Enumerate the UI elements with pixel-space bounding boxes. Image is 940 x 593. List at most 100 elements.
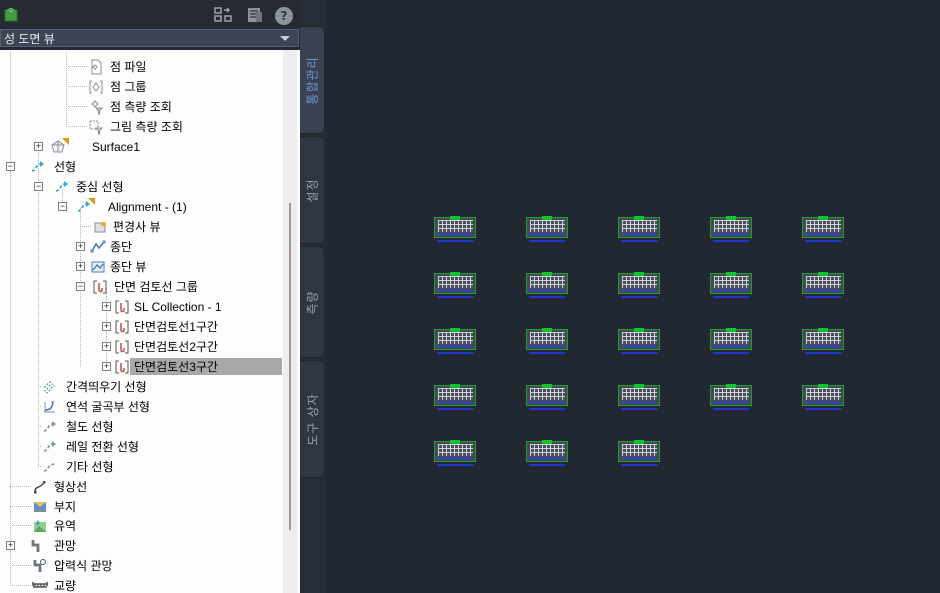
expand-icon[interactable]: + — [6, 541, 15, 550]
section-view-grid — [530, 220, 565, 232]
scrollbar-thumb[interactable] — [289, 203, 291, 530]
section-view-grid — [714, 220, 749, 232]
tree-item-label: 부지 — [54, 500, 77, 514]
section-view[interactable] — [710, 216, 752, 242]
collapse-icon[interactable]: − — [6, 162, 15, 171]
tree-item-misc-alignment[interactable]: 기타 선형 — [0, 457, 300, 477]
section-view[interactable] — [802, 328, 844, 354]
section-view-bluebar — [530, 233, 565, 236]
section-view-underline — [437, 408, 473, 410]
active-view-dropdown[interactable]: 성 도면 뷰 — [0, 29, 299, 47]
drawing-canvas[interactable] — [326, 0, 940, 593]
bridge-icon — [32, 578, 48, 593]
section-view[interactable] — [802, 384, 844, 410]
tree-item-sample-line-group[interactable]: − 단면 검토선 그룹 — [0, 277, 300, 297]
alignment-icon — [54, 179, 70, 195]
tree-item-surface[interactable]: + Surface1 — [0, 137, 300, 157]
section-view[interactable] — [434, 216, 476, 242]
tree-item-label: 연석 굴곡부 선형 — [66, 400, 150, 414]
tree-item-profile[interactable]: + 종단 — [0, 237, 300, 257]
section-view[interactable] — [526, 328, 568, 354]
tree-item-figure-survey-query[interactable]: 그림 측량 조회 — [0, 117, 300, 137]
help-icon[interactable]: ? — [274, 6, 294, 26]
tree-leader-line — [80, 226, 91, 228]
tree-item-profile-view[interactable]: + 종단 뷰 — [0, 257, 300, 277]
section-view[interactable] — [710, 384, 752, 410]
list-view-icon[interactable] — [245, 6, 265, 26]
tree-item-rail-alignment[interactable]: 철도 선형 — [0, 417, 300, 437]
collapse-icon[interactable]: − — [34, 182, 43, 191]
section-view[interactable] — [710, 272, 752, 298]
section-view[interactable] — [434, 440, 476, 466]
profile-view-icon — [90, 259, 106, 275]
section-view-underline — [805, 352, 841, 354]
expand-icon[interactable]: + — [34, 142, 43, 151]
modified-flag-icon — [88, 198, 95, 205]
collapse-icon[interactable]: − — [58, 202, 67, 211]
collapse-icon[interactable]: − — [76, 282, 85, 291]
section-view[interactable] — [526, 216, 568, 242]
expand-icon[interactable]: + — [76, 242, 85, 251]
tree-item-point-group[interactable]: 점 그룹 — [0, 77, 300, 97]
section-view[interactable] — [526, 384, 568, 410]
section-view[interactable] — [526, 272, 568, 298]
tree-item-label: Surface1 — [92, 140, 141, 154]
section-view[interactable] — [526, 440, 568, 466]
section-view[interactable] — [710, 328, 752, 354]
offset-alignment-icon — [42, 379, 58, 395]
expand-icon[interactable]: + — [102, 342, 111, 351]
section-view-grid — [438, 220, 473, 232]
section-view[interactable] — [618, 272, 660, 298]
tab-toolbox[interactable]: 도구 상자 — [300, 360, 325, 478]
item-view-icon[interactable] — [213, 6, 233, 26]
section-view-bluebar — [622, 289, 657, 292]
section-view[interactable] — [802, 216, 844, 242]
tree-item-rail-alignment[interactable]: 레일 전환 선형 — [0, 437, 300, 457]
section-view[interactable] — [434, 384, 476, 410]
tree-item-site[interactable]: 부지 — [0, 497, 300, 517]
section-view[interactable] — [618, 216, 660, 242]
section-view-underline — [805, 296, 841, 298]
tree-item-pressure-network[interactable]: 압력식 관망 — [0, 556, 300, 576]
tree-item-superelevation-view[interactable]: 편경사 뷰 — [0, 217, 300, 237]
section-view-bluebar — [714, 401, 749, 404]
tree-item-sample-line-group[interactable]: + 단면검토선3구간 — [0, 357, 300, 377]
expand-icon[interactable]: + — [102, 302, 111, 311]
section-view-underline — [437, 464, 473, 466]
section-view[interactable] — [802, 272, 844, 298]
tree-item-offset-alignment[interactable]: 간격띄우기 선형 — [0, 377, 300, 397]
misc-alignment-icon — [42, 459, 58, 475]
expand-icon[interactable]: + — [102, 322, 111, 331]
toolspace-panel: ? 성 도면 뷰 점 파일점 그룹 점 측량 조회 그림 측량 조회 + Surface… — [0, 0, 300, 593]
tree-item-curb-return[interactable]: 연석 굴곡부 선형 — [0, 397, 300, 417]
section-view[interactable] — [434, 328, 476, 354]
tree-item-feature-line[interactable]: 형상선 — [0, 477, 300, 497]
section-view[interactable] — [618, 440, 660, 466]
expand-icon[interactable]: + — [102, 362, 111, 371]
tree-item-sample-line-group[interactable]: + SL Collection - 1 — [0, 297, 300, 317]
tab-settings[interactable]: 설정 — [300, 136, 325, 244]
tree-item-bridge[interactable]: 교량 — [0, 576, 300, 593]
section-view-grid — [438, 388, 473, 400]
section-view[interactable] — [434, 272, 476, 298]
tree-scrollbar[interactable] — [283, 50, 297, 593]
tree-item-alignment[interactable]: − 선형 — [0, 157, 300, 177]
tree-item-sample-line-group[interactable]: + 단면검토선2구간 — [0, 337, 300, 357]
section-view[interactable] — [618, 328, 660, 354]
tree-leader-line — [38, 446, 41, 448]
tree-item-pipe-network[interactable]: + 관망 — [0, 536, 300, 556]
tree-item-label: 점 파일 — [110, 60, 147, 74]
tree-item-point-file[interactable]: 점 파일 — [0, 57, 300, 77]
toolspace-toolbar: ? — [0, 0, 300, 28]
tree-item-point-survey-query[interactable]: 점 측량 조회 — [0, 97, 300, 117]
tab-prospector[interactable]: 통합관리 — [300, 26, 325, 134]
tree-item-alignment[interactable]: − Alignment - (1) — [0, 197, 300, 217]
section-view[interactable] — [618, 384, 660, 410]
tree-item-sample-line-group[interactable]: + 단면검토선1구간 — [0, 317, 300, 337]
tree-item-alignment[interactable]: − 중심 선형 — [0, 177, 300, 197]
tree-item-catchment[interactable]: 유역 — [0, 516, 300, 536]
section-view-grid — [622, 332, 657, 344]
section-view-grid — [438, 276, 473, 288]
tab-survey[interactable]: 측량 — [300, 246, 325, 358]
expand-icon[interactable]: + — [76, 262, 85, 271]
